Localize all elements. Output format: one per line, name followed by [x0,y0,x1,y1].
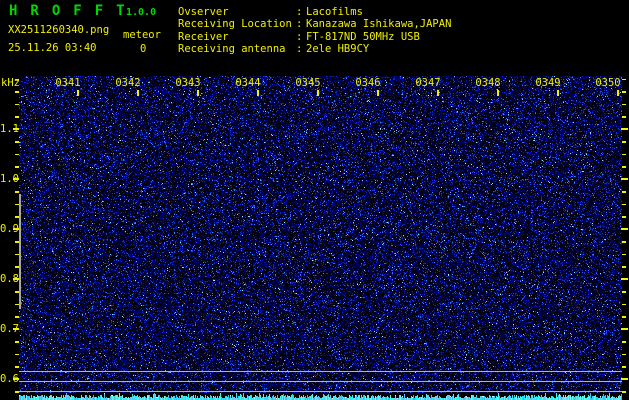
info-row-colon: : [296,6,306,18]
x-axis-tick [197,90,199,96]
y-axis-major-tick-right [621,178,628,180]
y-axis-minor-tick-right [622,116,626,118]
y-axis-minor-tick [15,154,19,156]
info-row-colon: : [296,31,306,43]
y-axis-minor-tick-right [622,304,626,306]
y-axis-minor-tick-right [622,366,626,368]
y-axis-minor-tick-right [622,204,626,206]
y-axis-minor-tick [15,191,19,193]
x-axis-tick [317,90,319,96]
x-axis-tick-label: 0346 [346,77,390,89]
x-axis-tick-label: 0350 [586,77,629,89]
spectrogram-noise-canvas [19,76,622,393]
mode-label: meteor [123,29,161,41]
spectrogram-plot: kHz 1.11.00.90.80.70.6034103420343034403… [0,62,629,400]
y-axis-tick-label: 1.0 [0,173,12,185]
info-row-value: Lacofilms [306,6,363,18]
info-row-colon: : [296,43,306,55]
y-axis-major-tick-right [621,228,628,230]
y-axis-tick-label: 1.1 [0,123,12,135]
y-axis-minor-tick-right [622,341,626,343]
y-axis-major-tick-right [621,278,628,280]
y-axis-tick-label: 0.8 [0,273,12,285]
y-axis-minor-tick-right [622,154,626,156]
y-axis-tick-label: 0.6 [0,373,12,385]
y-axis-tick-label: 0.9 [0,223,12,235]
y-axis-minor-tick-right [622,354,626,356]
x-axis-tick-label: 0342 [106,77,150,89]
y-axis-major-tick-right [621,128,628,130]
y-axis-major-tick-right [621,328,628,330]
hrofft-screen: { "header": { "app_name": "HROFFT", "ver… [0,0,629,400]
info-row: Receiving Location:Kanazawa Ishikawa,JAP… [178,18,451,30]
x-axis-tick [257,90,259,96]
y-axis-tick-label: 0.7 [0,323,12,335]
frequency-range-marker-line [19,194,21,309]
x-axis-tick [377,90,379,96]
x-axis-tick [497,90,499,96]
x-axis-tick [77,90,79,96]
y-axis-minor-tick-right [622,104,626,106]
x-axis-tick-label: 0345 [286,77,330,89]
frequency-marker-line [19,391,622,392]
y-axis-minor-tick-right [622,391,626,393]
y-axis-minor-tick-right [622,291,626,293]
y-axis-minor-tick [15,116,19,118]
x-axis-tick-label: 0347 [406,77,450,89]
info-row: Receiving antenna:2ele HB9CY [178,43,451,55]
info-row-value: 2ele HB9CY [306,43,369,55]
frequency-marker-line [19,371,622,372]
y-axis-minor-tick-right [622,241,626,243]
app-title: HROFFT [9,3,138,19]
x-axis-tick [137,90,139,96]
x-axis-tick-label: 0343 [166,77,210,89]
y-axis-minor-tick [15,166,19,168]
y-axis-minor-tick-right [622,216,626,218]
y-axis-minor-tick-right [622,141,626,143]
frequency-marker-line [19,381,622,382]
info-row-label: Receiving antenna [178,43,296,55]
info-row-label: Receiver [178,31,296,43]
info-row: Receiver:FT-817ND 50MHz USB [178,31,451,43]
y-axis-minor-tick [15,141,19,143]
y-axis-minor-tick [15,341,19,343]
x-axis-tick-label: 0341 [46,77,90,89]
signal-level-strip-canvas [19,393,622,400]
x-axis-tick-label: 0344 [226,77,270,89]
info-row: Ovserver:Lacofilms [178,6,451,18]
y-axis-minor-tick-right [622,316,626,318]
x-axis-tick-label: 0349 [526,77,570,89]
y-axis-minor-tick-right [622,166,626,168]
y-axis-minor-tick [15,79,19,81]
y-axis-minor-tick [15,354,19,356]
info-row-label: Ovserver [178,6,296,18]
y-axis-major-tick-right [621,378,628,380]
y-axis-minor-tick [15,104,19,106]
info-row-value: FT-817ND 50MHz USB [306,31,420,43]
x-axis-tick [437,90,439,96]
observation-datetime: 25.11.26 03:40 [8,42,97,54]
info-row-colon: : [296,18,306,30]
y-axis-minor-tick-right [622,91,626,93]
station-info-block: Ovserver:LacofilmsReceiving Location:Kan… [178,6,451,56]
y-axis-minor-tick-right [622,266,626,268]
app-version: 1.0.0 [126,7,156,18]
y-axis-minor-tick-right [622,254,626,256]
output-filename: XX2511260340.png [8,24,109,36]
y-axis-minor-tick [15,316,19,318]
info-row-label: Receiving Location [178,18,296,30]
info-row-value: Kanazawa Ishikawa,JAPAN [306,18,451,30]
x-axis-tick [617,90,619,96]
x-axis-tick [557,90,559,96]
y-axis-minor-tick-right [622,191,626,193]
x-axis-tick-label: 0348 [466,77,510,89]
meteor-count: 0 [140,43,146,55]
y-axis-minor-tick [15,366,19,368]
y-axis-minor-tick [15,91,19,93]
